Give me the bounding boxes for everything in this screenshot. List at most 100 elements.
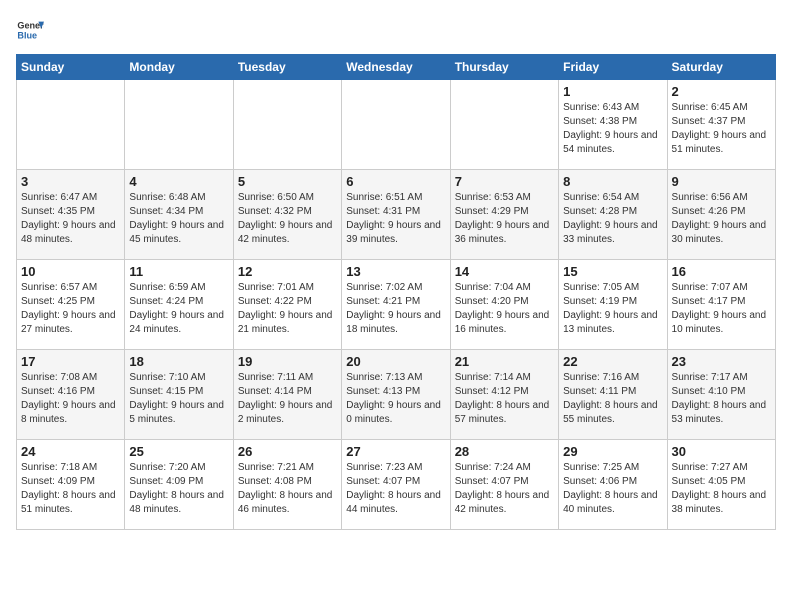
day-number: 27: [346, 444, 445, 459]
calendar-week-row: 3 Sunrise: 6:47 AM Sunset: 4:35 PM Daylig…: [17, 170, 776, 260]
calendar-cell: 24 Sunrise: 7:18 AM Sunset: 4:09 PM Dayli…: [17, 440, 125, 530]
day-number: 3: [21, 174, 120, 189]
day-info: Sunrise: 6:56 AM Sunset: 4:26 PM Dayligh…: [672, 191, 771, 247]
day-info: Sunrise: 6:43 AM Sunset: 4:38 PM Dayligh…: [563, 101, 662, 157]
calendar-cell: 14 Sunrise: 7:04 AM Sunset: 4:20 PM Dayli…: [450, 260, 558, 350]
day-info: Sunrise: 6:50 AM Sunset: 4:32 PM Dayligh…: [238, 191, 337, 247]
calendar-cell: 25Sunrise: 7:20 AM Sunset: 4:09 PM Dayli…: [125, 440, 233, 530]
day-info: Sunrise: 7:05 AM Sunset: 4:19 PM Dayligh…: [563, 281, 662, 337]
calendar-week-row: 1 Sunrise: 6:43 AM Sunset: 4:38 PM Daylig…: [17, 80, 776, 170]
page-header: General Blue: [16, 16, 776, 44]
day-number: 12: [238, 264, 337, 279]
day-number: 5: [238, 174, 337, 189]
day-number: 16: [672, 264, 771, 279]
calendar-cell: 23 Sunrise: 7:17 AM Sunset: 4:10 PM Dayli…: [667, 350, 775, 440]
calendar-cell: 16 Sunrise: 7:07 AM Sunset: 4:17 PM Dayli…: [667, 260, 775, 350]
calendar-cell: 29 Sunrise: 7:25 AM Sunset: 4:06 PM Dayli…: [559, 440, 667, 530]
day-info: Sunrise: 7:10 AM Sunset: 4:15 PM Dayligh…: [129, 371, 228, 427]
calendar-cell: 17Sunrise: 7:08 AM Sunset: 4:16 PM Dayli…: [17, 350, 125, 440]
calendar-header-row: SundayMondayTuesdayWednesdayThursdayFrid…: [17, 55, 776, 80]
day-number: 28: [455, 444, 554, 459]
weekday-header: Tuesday: [233, 55, 341, 80]
weekday-header: Sunday: [17, 55, 125, 80]
calendar-cell: 10 Sunrise: 6:57 AM Sunset: 4:25 PM Dayli…: [17, 260, 125, 350]
calendar-cell: [450, 80, 558, 170]
day-number: 23: [672, 354, 771, 369]
day-number: 6: [346, 174, 445, 189]
day-number: 15: [563, 264, 662, 279]
calendar-cell: 4 Sunrise: 6:48 AM Sunset: 4:34 PM Daylig…: [125, 170, 233, 260]
day-number: 22: [563, 354, 662, 369]
day-info: Sunrise: 7:14 AM Sunset: 4:12 PM Dayligh…: [455, 371, 554, 427]
calendar-cell: 1 Sunrise: 6:43 AM Sunset: 4:38 PM Daylig…: [559, 80, 667, 170]
calendar-cell: 27 Sunrise: 7:23 AM Sunset: 4:07 PM Dayli…: [342, 440, 450, 530]
calendar-cell: 8 Sunrise: 6:54 AM Sunset: 4:28 PM Daylig…: [559, 170, 667, 260]
calendar-cell: 22 Sunrise: 7:16 AM Sunset: 4:11 PM Dayli…: [559, 350, 667, 440]
calendar-cell: 15 Sunrise: 7:05 AM Sunset: 4:19 PM Dayli…: [559, 260, 667, 350]
day-number: 30: [672, 444, 771, 459]
day-number: 29: [563, 444, 662, 459]
calendar-cell: 30Sunrise: 7:27 AM Sunset: 4:05 PM Dayli…: [667, 440, 775, 530]
calendar-cell: 2 Sunrise: 6:45 AM Sunset: 4:37 PM Daylig…: [667, 80, 775, 170]
day-number: 7: [455, 174, 554, 189]
day-number: 20: [346, 354, 445, 369]
logo: General Blue: [16, 16, 48, 44]
calendar-cell: [233, 80, 341, 170]
day-info: Sunrise: 6:57 AM Sunset: 4:25 PM Dayligh…: [21, 281, 120, 337]
calendar-cell: 28 Sunrise: 7:24 AM Sunset: 4:07 PM Dayli…: [450, 440, 558, 530]
day-info: Sunrise: 7:04 AM Sunset: 4:20 PM Dayligh…: [455, 281, 554, 337]
day-number: 4: [129, 174, 228, 189]
day-info: Sunrise: 6:47 AM Sunset: 4:35 PM Dayligh…: [21, 191, 120, 247]
weekday-header: Saturday: [667, 55, 775, 80]
logo-icon: General Blue: [16, 16, 44, 44]
day-number: 10: [21, 264, 120, 279]
day-info: Sunrise: 7:21 AM Sunset: 4:08 PM Dayligh…: [238, 461, 337, 517]
day-info: Sunrise: 6:51 AM Sunset: 4:31 PM Dayligh…: [346, 191, 445, 247]
calendar-cell: [125, 80, 233, 170]
day-info: Sunrise: 7:16 AM Sunset: 4:11 PM Dayligh…: [563, 371, 662, 427]
day-info: Sunrise: 6:48 AM Sunset: 4:34 PM Dayligh…: [129, 191, 228, 247]
day-info: Sunrise: 6:45 AM Sunset: 4:37 PM Dayligh…: [672, 101, 771, 157]
calendar-cell: 3 Sunrise: 6:47 AM Sunset: 4:35 PM Daylig…: [17, 170, 125, 260]
day-number: 18: [129, 354, 228, 369]
calendar-cell: 21 Sunrise: 7:14 AM Sunset: 4:12 PM Dayli…: [450, 350, 558, 440]
calendar-cell: 5 Sunrise: 6:50 AM Sunset: 4:32 PM Daylig…: [233, 170, 341, 260]
day-info: Sunrise: 6:54 AM Sunset: 4:28 PM Dayligh…: [563, 191, 662, 247]
day-number: 21: [455, 354, 554, 369]
day-info: Sunrise: 7:25 AM Sunset: 4:06 PM Dayligh…: [563, 461, 662, 517]
day-number: 17: [21, 354, 120, 369]
day-number: 14: [455, 264, 554, 279]
calendar-week-row: 17Sunrise: 7:08 AM Sunset: 4:16 PM Dayli…: [17, 350, 776, 440]
day-info: Sunrise: 7:02 AM Sunset: 4:21 PM Dayligh…: [346, 281, 445, 337]
day-info: Sunrise: 7:23 AM Sunset: 4:07 PM Dayligh…: [346, 461, 445, 517]
weekday-header: Wednesday: [342, 55, 450, 80]
day-info: Sunrise: 6:59 AM Sunset: 4:24 PM Dayligh…: [129, 281, 228, 337]
day-number: 25: [129, 444, 228, 459]
calendar-cell: 6 Sunrise: 6:51 AM Sunset: 4:31 PM Daylig…: [342, 170, 450, 260]
calendar-week-row: 10 Sunrise: 6:57 AM Sunset: 4:25 PM Dayli…: [17, 260, 776, 350]
calendar-cell: [342, 80, 450, 170]
day-info: Sunrise: 7:17 AM Sunset: 4:10 PM Dayligh…: [672, 371, 771, 427]
day-number: 26: [238, 444, 337, 459]
calendar-cell: 19Sunrise: 7:11 AM Sunset: 4:14 PM Dayli…: [233, 350, 341, 440]
day-number: 24: [21, 444, 120, 459]
day-info: Sunrise: 7:18 AM Sunset: 4:09 PM Dayligh…: [21, 461, 120, 517]
day-info: Sunrise: 7:13 AM Sunset: 4:13 PM Dayligh…: [346, 371, 445, 427]
calendar-cell: 13 Sunrise: 7:02 AM Sunset: 4:21 PM Dayli…: [342, 260, 450, 350]
calendar-cell: 11 Sunrise: 6:59 AM Sunset: 4:24 PM Dayli…: [125, 260, 233, 350]
calendar-table: SundayMondayTuesdayWednesdayThursdayFrid…: [16, 54, 776, 530]
day-info: Sunrise: 7:01 AM Sunset: 4:22 PM Dayligh…: [238, 281, 337, 337]
weekday-header: Monday: [125, 55, 233, 80]
weekday-header: Friday: [559, 55, 667, 80]
calendar-week-row: 24 Sunrise: 7:18 AM Sunset: 4:09 PM Dayli…: [17, 440, 776, 530]
calendar-cell: 20 Sunrise: 7:13 AM Sunset: 4:13 PM Dayli…: [342, 350, 450, 440]
day-number: 11: [129, 264, 228, 279]
day-number: 1: [563, 84, 662, 99]
day-info: Sunrise: 7:07 AM Sunset: 4:17 PM Dayligh…: [672, 281, 771, 337]
day-number: 2: [672, 84, 771, 99]
day-info: Sunrise: 7:24 AM Sunset: 4:07 PM Dayligh…: [455, 461, 554, 517]
day-number: 13: [346, 264, 445, 279]
day-number: 9: [672, 174, 771, 189]
day-info: Sunrise: 7:11 AM Sunset: 4:14 PM Dayligh…: [238, 371, 337, 427]
day-number: 8: [563, 174, 662, 189]
